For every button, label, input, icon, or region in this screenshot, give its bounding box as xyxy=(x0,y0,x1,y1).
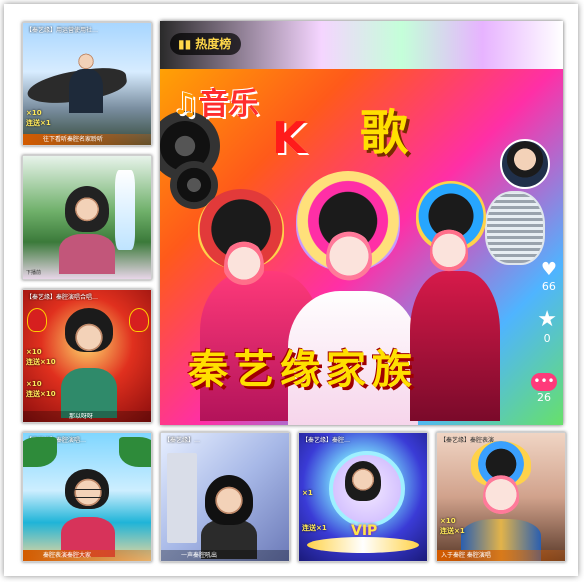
face xyxy=(211,485,247,529)
gift-combo: 连送×1 xyxy=(26,119,51,127)
gift-count: ×1 xyxy=(302,489,313,497)
featured-live-room[interactable]: ▮▮ 热度榜 ♫音乐 K 歌 秦艺缘家族 ♥ 66 ★ 0 ••• 26 xyxy=(160,21,563,425)
performer-right-costume xyxy=(410,271,500,421)
face xyxy=(71,322,107,366)
face xyxy=(483,473,519,521)
video-tile-5[interactable]: 【秦艺缘】… 一声秦腔吼出 xyxy=(160,432,290,562)
video-tile-6[interactable]: 【秦艺缘】秦腔… ×1 连送×1 VIP xyxy=(298,432,428,562)
face xyxy=(70,477,106,521)
video-tile-2[interactable]: 下播前 xyxy=(22,155,152,280)
video-tile-4[interactable]: 【秦艺缘】秦腔演唱… 秦腔表演秦腔大家 xyxy=(22,432,152,562)
star-icon: ★ xyxy=(537,307,557,332)
video-tile-3[interactable]: 【秦艺缘】秦腔演唱合唱… ×10 连送×10 ×10 连送×10 那以呀呀 xyxy=(22,289,152,423)
microphone-graphic xyxy=(485,191,545,265)
lantern-right xyxy=(129,308,149,332)
comment-action[interactable]: ••• 26 xyxy=(531,373,557,404)
tile-bottom-caption: 往下看听秦腔名家聆听 xyxy=(23,134,151,145)
hot-rank-chip[interactable]: ▮▮ 热度榜 xyxy=(170,33,242,55)
palm-tree-right xyxy=(119,437,151,467)
music-note-icon: ♫ xyxy=(172,87,199,122)
favorite-count: 0 xyxy=(543,332,551,345)
palm-tree-left xyxy=(23,437,57,467)
tile-caption: 【秦艺缘】秦腔… xyxy=(302,437,351,444)
gift-combo-2: 连送×10 xyxy=(26,390,56,398)
tile-bottom-caption: 那以呀呀 xyxy=(23,411,151,422)
gift-combo: 连送×1 xyxy=(302,524,327,532)
doorway xyxy=(167,453,197,543)
song-character: 歌 xyxy=(360,105,409,161)
video-tile-7[interactable]: 【秦艺缘】秦腔表演… ×10 连送×1 入于秦腔 秦腔演唱 xyxy=(436,432,566,562)
gift-count: ×10 xyxy=(26,348,42,356)
gift-count: ×10 xyxy=(26,109,42,117)
face xyxy=(75,53,97,77)
tile-caption: 【秦艺缘】秦腔演唱合唱… xyxy=(26,294,99,301)
gift-count-2: ×10 xyxy=(26,380,42,388)
gift-count: ×10 xyxy=(440,517,456,525)
tile-caption: 【秦艺缘】… xyxy=(164,437,201,444)
gift-combo: 连送×10 xyxy=(26,358,56,366)
tile-bottom-caption: 一声秦腔吼出 xyxy=(161,550,289,561)
family-title: 秦艺缘家族 xyxy=(188,346,418,393)
face xyxy=(349,467,377,503)
music-logo: ♫音乐 xyxy=(172,79,259,123)
performer-left-face xyxy=(224,239,264,293)
gift-combo: 连送×1 xyxy=(440,527,465,535)
tile-bottom-caption: 入于秦腔 秦腔演唱 xyxy=(437,550,565,561)
performer-right-face xyxy=(430,227,468,279)
glasses-icon xyxy=(73,489,105,498)
performer-center-face xyxy=(326,229,372,289)
tile-bottom-caption: 下播前 xyxy=(26,270,42,276)
lantern-left xyxy=(27,308,47,332)
favorite-action[interactable]: ★ 0 xyxy=(537,307,557,345)
bar-chart-icon: ▮▮ xyxy=(178,37,192,51)
heart-icon: ♥ xyxy=(540,259,557,280)
face xyxy=(71,196,103,234)
like-count: 66 xyxy=(541,280,556,293)
host-avatar[interactable] xyxy=(500,139,550,189)
like-action[interactable]: ♥ 66 xyxy=(541,259,557,293)
comment-count: 26 xyxy=(537,391,551,404)
k-letter: K xyxy=(272,113,307,164)
music-label: 音乐 xyxy=(198,87,259,122)
tile-bottom-caption: 秦腔表演秦腔大家 xyxy=(23,550,151,561)
video-tile-1[interactable]: 【秦艺缘】用运营使用社… ×10 连送×1 往下看听秦腔名家聆听 xyxy=(22,22,152,146)
comment-icon: ••• xyxy=(531,373,557,391)
tile-caption: 【秦艺缘】用运营使用社… xyxy=(26,27,99,34)
hot-rank-label: 热度榜 xyxy=(195,37,232,51)
waterfall xyxy=(115,170,135,250)
wing-decoration xyxy=(307,537,419,553)
